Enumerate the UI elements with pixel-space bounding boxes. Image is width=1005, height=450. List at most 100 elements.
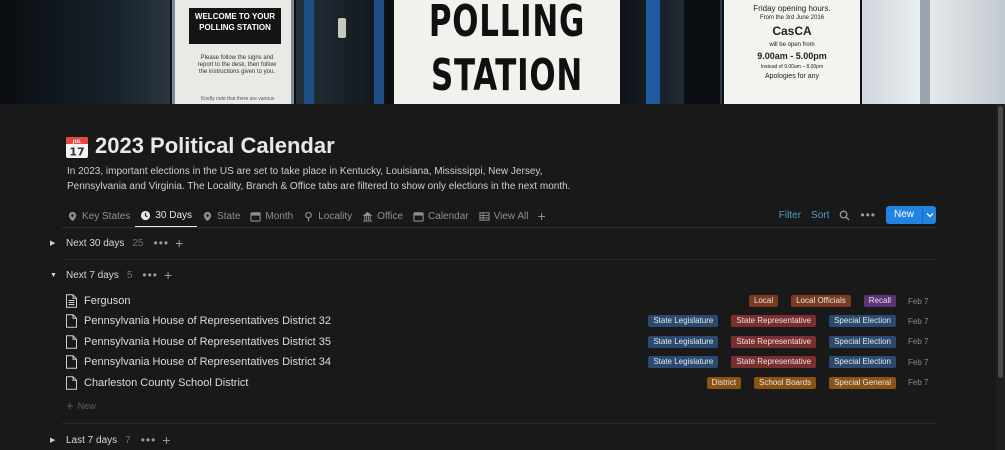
tag-badge: State Representative [731,356,817,369]
new-button[interactable]: New [885,206,936,224]
new-button-label[interactable]: New [885,206,922,224]
row-date: Feb 7 [908,337,929,347]
map-pin-icon [203,211,212,221]
page-title[interactable]: 2023 Political Calendar [95,133,335,159]
group-next-7-days[interactable]: ▼ Next 7 days 5 ••• + [50,265,173,285]
hours-sign-line: Friday opening hours. [753,4,831,13]
add-view-icon[interactable]: + [537,204,545,228]
add-icon[interactable]: + [175,235,184,251]
tab-locality[interactable]: Locality [298,204,357,228]
tab-month[interactable]: Month [245,204,298,228]
cover-image: WELCOME TO YOUR POLLING STATION Please f… [0,0,1005,104]
document-icon [66,355,77,369]
cover-door-frame-2 [622,0,722,104]
tab-calendar[interactable]: Calendar [408,204,474,228]
svg-text:JUL: JUL [72,139,81,145]
page-scrollbar[interactable] [996,104,1005,450]
tab-label: Key States [82,210,131,222]
row-title[interactable]: Ferguson [84,295,130,307]
table-row[interactable]: Pennsylvania House of Representatives Di… [62,311,936,331]
calendar-icon [413,211,424,222]
document-icon [66,335,77,349]
more-options-icon[interactable]: ••• [154,236,170,250]
row-title[interactable]: Pennsylvania House of Representatives Di… [84,315,331,327]
tag-badge: District [706,376,742,389]
document-text-icon [66,294,77,308]
row-date: Feb 7 [908,378,929,388]
group-count: 25 [132,237,144,249]
group-label: Next 7 days [66,269,119,281]
cover-window-left [0,0,170,104]
more-options-icon[interactable]: ••• [141,433,157,447]
caret-down-icon[interactable]: ▼ [50,272,62,279]
tag-badge: State Representative [731,315,817,328]
calendar-icon[interactable]: JUL 17 [65,135,89,159]
welcome-sign-footer: Kindly note that there are various [201,96,275,102]
group-last-7-days[interactable]: ▶ Last 7 days 7 ••• + [50,430,172,450]
filter-button[interactable]: Filter [779,210,801,221]
clock-icon [141,210,151,220]
search-icon[interactable] [839,210,850,221]
tab-view-all[interactable]: View All [474,204,534,228]
tag-badge: Local Officials [791,295,851,307]
row-title[interactable]: Pennsylvania House of Representatives Di… [84,356,331,368]
poll-word-2: STATION [431,50,583,101]
row-date: Feb 7 [908,296,929,306]
add-icon[interactable]: + [164,267,173,283]
caret-right-icon[interactable]: ▶ [50,239,62,247]
cover-window-right [862,0,1005,104]
document-icon [66,375,77,390]
tab-label: 30 Days [155,209,193,221]
row-tags: State Legislature State Representative Spe… [635,335,896,348]
cover-opening-hours-sign: Friday opening hours. From the 3rd June … [724,0,860,104]
document-icon [66,314,77,329]
database-toolbar: Filter Sort ••• New [769,206,936,224]
group-divider [62,423,936,424]
tab-label: Calendar [428,210,469,222]
page-description[interactable]: In 2023, important elections in the US a… [67,165,577,194]
row-title[interactable]: Pennsylvania House of Representatives Di… [84,336,331,348]
building-icon [362,211,373,222]
tag-badge: Local [748,295,779,307]
hours-sign-line: Instead of 9.00am – 8.00pm [760,64,824,70]
more-options-icon[interactable]: ••• [860,208,876,222]
tag-badge: Recall [863,295,896,307]
view-tabs: Key States 30 Days State Month Locality … [62,204,546,228]
tab-30-days[interactable]: 30 Days [135,204,198,228]
add-icon[interactable]: + [162,432,171,448]
table-row[interactable]: Charleston County School District Distric… [62,373,936,393]
table-row[interactable]: Ferguson Local Local Officials Recall Feb 7 [62,291,936,311]
sort-button[interactable]: Sort [811,210,829,221]
table-row[interactable]: Pennsylvania House of Representatives Di… [62,332,936,352]
tab-state[interactable]: State [197,204,245,228]
tab-office[interactable]: Office [357,204,408,228]
group-next-30-days[interactable]: ▶ Next 30 days 25 ••• + [50,233,184,253]
tag-badge: State Legislature [648,335,719,348]
group-label: Next 30 days [66,237,125,249]
tab-label: View All [493,210,529,222]
cover-welcome-sign: WELCOME TO YOUR POLLING STATION Please f… [172,0,294,104]
more-options-icon[interactable]: ••• [142,268,158,282]
group-divider [62,259,936,260]
group-count: 5 [126,269,133,281]
row-date: Feb 7 [908,357,929,367]
table-row[interactable]: Pennsylvania House of Representatives Di… [62,352,936,372]
tag-badge: State Representative [731,335,817,348]
tag-badge: Special Election [829,315,896,328]
group-count: 7 [125,434,131,446]
location-icon [305,211,313,222]
row-title[interactable]: Charleston County School District [84,377,248,389]
calendar-icon [250,211,262,222]
hours-sign-line: will be open from [769,42,815,48]
add-new-row-button[interactable]: + New [66,398,96,413]
tag-badge: State Legislature [648,315,719,328]
row-tags: State Legislature State Representative Spe… [635,356,896,369]
scrollbar-thumb[interactable] [998,106,1003,378]
tabs-divider [62,227,936,228]
chevron-down-icon[interactable] [922,206,936,224]
caret-right-icon[interactable]: ▶ [50,436,62,444]
welcome-sign-body: Please follow the signs and report to th… [197,55,277,75]
tab-key-states[interactable]: Key States [62,204,135,228]
svg-text:17: 17 [69,146,84,159]
tag-badge: School Boards [754,376,817,389]
